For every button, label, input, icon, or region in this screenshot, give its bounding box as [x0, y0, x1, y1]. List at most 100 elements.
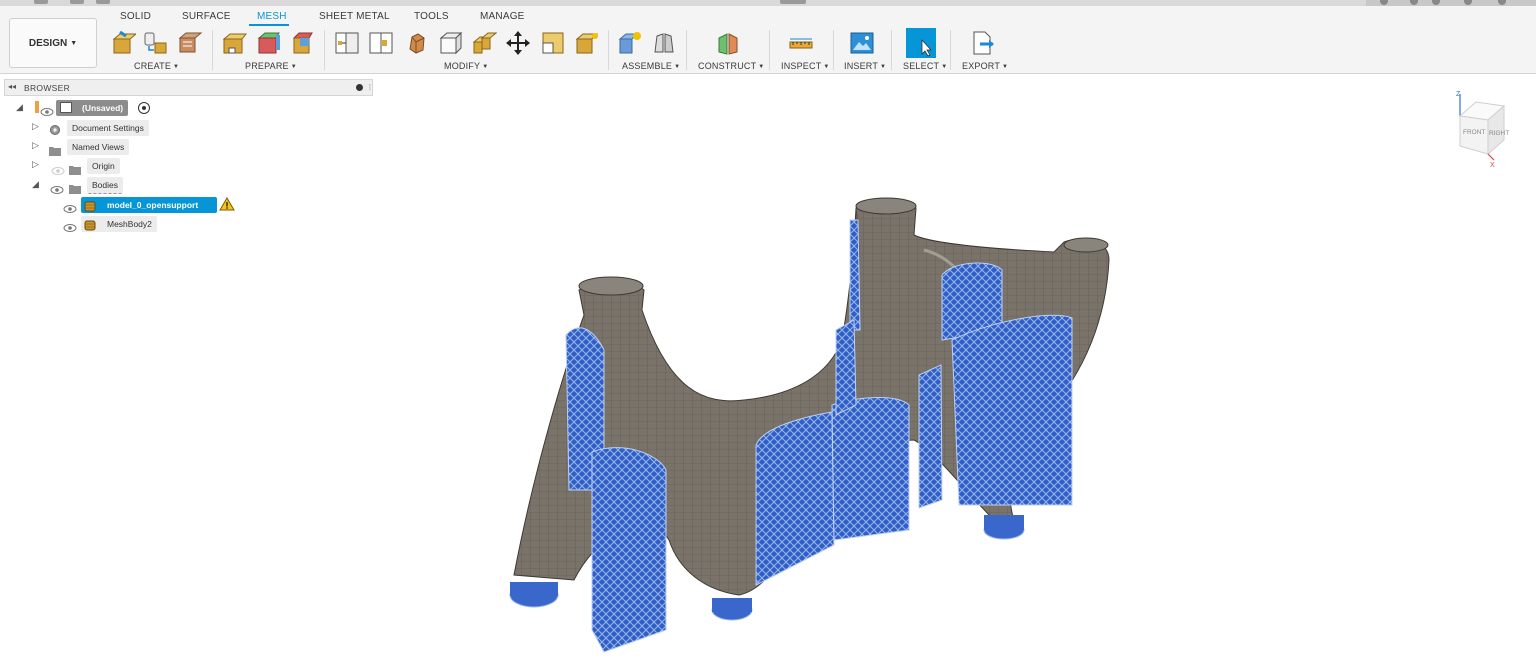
active-marker: [35, 101, 39, 113]
export-tool[interactable]: [970, 30, 996, 56]
visibility-eye-icon[interactable]: [40, 104, 54, 116]
reverse-normal-icon: [369, 32, 393, 54]
tab-sheet-metal[interactable]: SHEET METAL: [319, 11, 390, 22]
shell-tool[interactable]: [471, 30, 498, 56]
select-menu[interactable]: SELECT ▼: [903, 61, 947, 71]
select-tool[interactable]: [906, 28, 936, 58]
insert-menu[interactable]: INSERT ▼: [844, 61, 886, 71]
bodies-folder-item[interactable]: Bodies: [87, 177, 123, 194]
document-settings-item[interactable]: Document Settings: [67, 120, 149, 136]
warning-icon[interactable]: [219, 197, 235, 211]
origin-item[interactable]: Origin: [87, 158, 120, 174]
app-menu-icon[interactable]: [34, 0, 48, 4]
export-icon: [973, 31, 994, 55]
new-component-tool[interactable]: [617, 30, 643, 56]
gear-icon: [49, 123, 61, 135]
job-status-icon[interactable]: [1410, 0, 1418, 5]
notifications-icon[interactable]: [1432, 0, 1440, 5]
tab-surface[interactable]: SURFACE: [182, 11, 231, 22]
folder-icon: [69, 162, 81, 175]
insert-label: INSERT: [844, 61, 879, 71]
reverse-normal-tool[interactable]: [368, 30, 394, 56]
create-mesh-icon: [112, 30, 138, 54]
help-icon[interactable]: [1464, 0, 1472, 5]
pin-top-3: [1063, 237, 1109, 253]
construct-label: CONSTRUCT: [698, 61, 757, 71]
folder-icon: [49, 143, 61, 156]
joint-tool[interactable]: [651, 30, 677, 56]
expand-toggle-icon[interactable]: ◢: [32, 179, 39, 190]
inspect-menu[interactable]: INSPECT ▼: [781, 61, 830, 71]
create-face-group-tool[interactable]: [177, 30, 203, 56]
offset-plane-tool[interactable]: [715, 30, 741, 56]
reduce-tool[interactable]: [437, 30, 463, 56]
body-item-model-0-opensupport[interactable]: model_0_opensupport: [81, 197, 217, 213]
support-structure: [918, 364, 943, 509]
assemble-menu[interactable]: ASSEMBLE ▼: [622, 61, 680, 71]
pin-top-1: [855, 197, 917, 215]
expand-toggle-icon[interactable]: ▷: [32, 159, 39, 170]
combine-face-groups-tool[interactable]: [290, 30, 316, 56]
tab-manage[interactable]: MANAGE: [480, 11, 525, 22]
browser-panel-header: ◂◂ BROWSER ⁞: [4, 79, 373, 96]
support-structure: [591, 447, 667, 653]
tab-mesh[interactable]: MESH: [257, 11, 287, 22]
save-icon[interactable]: [96, 0, 110, 4]
modify-menu[interactable]: MODIFY ▼: [444, 61, 488, 71]
tab-solid[interactable]: SOLID: [120, 11, 151, 22]
visibility-eye-icon[interactable]: [50, 182, 64, 194]
fusion-app-window: SOLID SURFACE MESH SHEET METAL TOOLS MAN…: [0, 0, 1536, 666]
panel-grip-icon[interactable]: ⁞: [369, 83, 371, 92]
expand-toggle-icon[interactable]: ▷: [32, 140, 39, 151]
component-icon: [60, 102, 72, 113]
collapse-panel-icon[interactable]: ◂◂: [8, 82, 16, 91]
view-cube[interactable]: Z FRONT RIGHT X: [1448, 88, 1520, 168]
insert-mesh-tool[interactable]: [110, 30, 138, 56]
support-structure: [849, 219, 861, 331]
chevron-down-icon: ▼: [674, 64, 681, 70]
construct-menu[interactable]: CONSTRUCT ▼: [698, 61, 764, 71]
export-menu[interactable]: EXPORT ▼: [962, 61, 1008, 71]
tessellate-tool[interactable]: [142, 30, 168, 56]
expand-toggle-icon[interactable]: ▷: [32, 121, 39, 132]
pin-icon[interactable]: [356, 84, 363, 91]
file-icon[interactable]: [70, 0, 84, 4]
tab-close-icon[interactable]: [780, 0, 806, 4]
account-avatar[interactable]: [1498, 0, 1506, 5]
named-views-item[interactable]: Named Views: [67, 139, 130, 155]
folder-icon: [69, 181, 81, 194]
chevron-down-icon: ▼: [823, 64, 830, 70]
plane-cut-tool[interactable]: [334, 30, 360, 56]
insert-canvas-tool[interactable]: [849, 30, 875, 56]
support-structure: [755, 411, 835, 586]
chevron-down-icon: ▼: [173, 64, 180, 70]
remesh-tool[interactable]: [404, 30, 430, 56]
visibility-eye-hidden-icon[interactable]: [51, 163, 65, 175]
measure-icon: [789, 38, 813, 49]
workspace-switcher-button[interactable]: DESIGN ▼: [9, 18, 97, 68]
visibility-eye-icon[interactable]: [63, 201, 77, 213]
plane-cut-icon: [335, 32, 359, 54]
generate-face-groups-tool[interactable]: [256, 30, 282, 56]
separator: [950, 30, 951, 70]
scale-mesh-tool[interactable]: [540, 30, 566, 56]
repair-tool[interactable]: [222, 30, 248, 56]
prepare-menu[interactable]: PREPARE ▼: [245, 61, 297, 71]
x-axis-label: X: [1490, 162, 1495, 168]
new-tab-icon[interactable]: [1380, 0, 1388, 5]
separator: [833, 30, 834, 70]
tab-tools[interactable]: TOOLS: [414, 11, 449, 22]
mesh-model-viewport[interactable]: [494, 190, 1124, 660]
create-menu[interactable]: CREATE ▼: [134, 61, 179, 71]
inspect-label: INSPECT: [781, 61, 822, 71]
measure-tool[interactable]: [788, 30, 814, 56]
visibility-eye-icon[interactable]: [63, 220, 77, 232]
move-copy-tool[interactable]: [505, 30, 531, 56]
convert-mesh-tool[interactable]: [574, 30, 600, 56]
repair-icon: [222, 33, 248, 54]
combine-faces-icon: [292, 32, 313, 54]
expand-toggle-icon[interactable]: ◢: [16, 102, 23, 113]
shell-icon: [472, 32, 498, 54]
face-groups-icon: [257, 32, 280, 54]
browser-title: BROWSER: [24, 83, 71, 93]
